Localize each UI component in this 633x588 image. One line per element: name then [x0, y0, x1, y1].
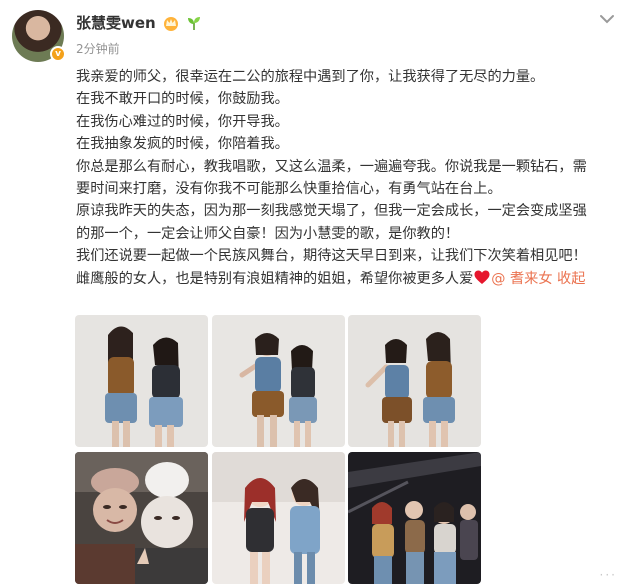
content-line: 要时间来打磨，没有你我不可能那么快重拾信心，有勇气站在台上。 [76, 181, 502, 198]
post-time: 2分钟前 [76, 42, 120, 56]
heart-icon [474, 270, 490, 284]
photo-2[interactable] [212, 315, 345, 447]
content-line: 原谅我昨天的失态，因为那一刻我感觉天塌了，但我一定会成长，一定会变成坚强 [76, 203, 587, 220]
photo-6[interactable] [348, 452, 481, 584]
collapse-button[interactable]: 收起 [557, 271, 585, 287]
post-content: 我亲爱的师父，很幸运在二公的旅程中遇到了你，让我获得了无尽的力量。 在我不敢开口… [76, 66, 624, 290]
content-line: 的那一个，一定会让师父自豪！因为小慧雯的歌，是你教的！ [76, 225, 460, 242]
content-line-text: 雌鹰般的女人，也是特别有浪姐精神的姐姐，希望你被更多人爱 [76, 270, 474, 287]
username-row: 张慧雯wen [76, 12, 202, 33]
content-line: 我们还说要一起做一个民族风舞台，期待这天早日到来，让我们下次笑着相见吧！ [76, 248, 587, 265]
photo-5[interactable] [212, 452, 345, 584]
content-line: 在我伤心难过的时候，你开导我。 [76, 113, 289, 130]
username[interactable]: 张慧雯wen [76, 12, 156, 33]
crown-icon[interactable] [162, 15, 180, 31]
photo-3[interactable] [348, 315, 481, 447]
content-line: 我亲爱的师父，很幸运在二公的旅程中遇到了你，让我获得了无尽的力量。 [76, 69, 545, 85]
content-last-line: 雌鹰般的女人，也是特别有浪姐精神的姐姐，希望你被更多人爱 @ 耆来女 收起 [76, 268, 624, 290]
content-line: 在我抽象发疯的时候，你陪着我。 [76, 136, 289, 153]
more-icon[interactable]: ··· [600, 568, 617, 582]
sprout-icon[interactable] [186, 15, 202, 31]
mention-link[interactable]: @ 耆来女 [491, 271, 552, 287]
avatar[interactable]: v [12, 10, 66, 62]
content-line: 你总是那么有耐心，教我唱歌，又这么温柔，一遍遍夸我。你说我是一颗钻石，需 [76, 158, 587, 175]
photo-4[interactable] [75, 452, 208, 584]
v-badge-icon: v [50, 46, 66, 62]
photo-1[interactable] [75, 315, 208, 447]
chevron-down-icon[interactable] [597, 12, 617, 26]
post-header: v 张慧雯wen 2分钟前 [0, 0, 633, 70]
content-line: 在我不敢开口的时候，你鼓励我。 [76, 91, 289, 108]
